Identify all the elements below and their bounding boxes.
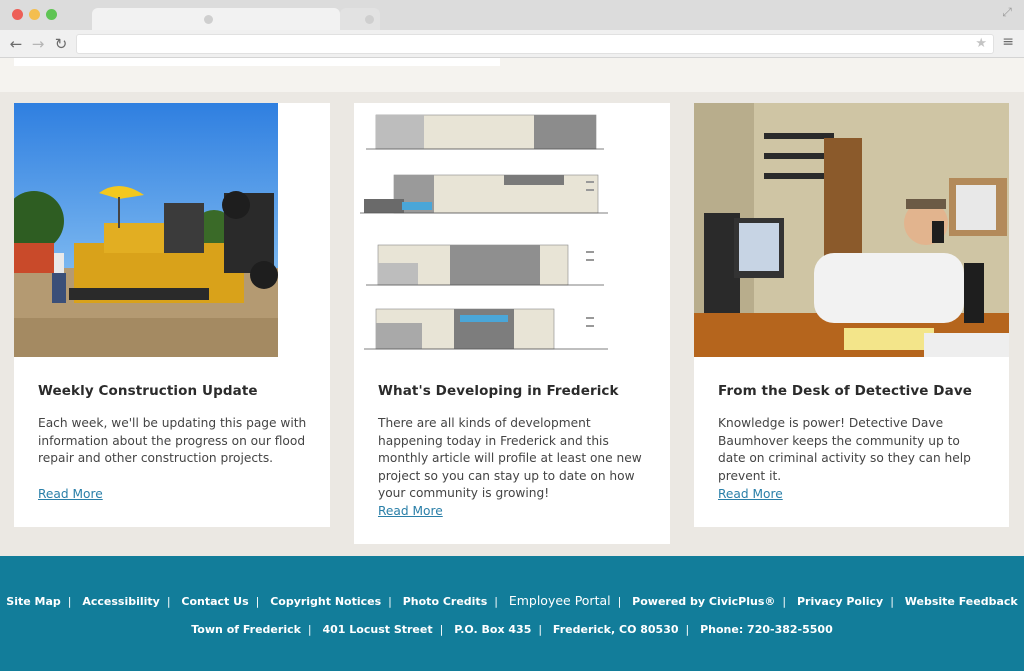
town-name: Town of Frederick	[191, 623, 301, 636]
construction-photo[interactable]	[14, 103, 278, 357]
separator: |	[255, 595, 260, 608]
reload-icon[interactable]: ↻	[53, 35, 69, 53]
new-tab-button[interactable]	[340, 8, 380, 30]
footer-link-powered-by-civicplus[interactable]: Powered by CivicPlus®	[632, 595, 775, 608]
read-more-link[interactable]: Read More	[378, 504, 443, 518]
news-card-construction: Weekly Construction Update Each week, we…	[14, 103, 330, 527]
separator: |	[685, 623, 690, 636]
footer-link-copyright-notices[interactable]: Copyright Notices	[270, 595, 381, 608]
footer-link-contact-us[interactable]: Contact Us	[181, 595, 248, 608]
fullscreen-icon[interactable]: ⤢	[1000, 5, 1014, 19]
card-title: Weekly Construction Update	[38, 383, 258, 399]
minimize-window-button[interactable]	[29, 9, 40, 20]
browser-chrome: ⤢ ← → ↻ ★ ≡	[0, 0, 1024, 58]
hamburger-menu-icon[interactable]: ≡	[1002, 34, 1014, 50]
building-elevations-graphic	[354, 103, 618, 357]
card-description: Each week, we'll be updating this page w…	[38, 416, 307, 465]
close-window-button[interactable]	[12, 9, 23, 20]
separator: |	[617, 595, 622, 608]
footer-link-privacy-policy[interactable]: Privacy Policy	[797, 595, 883, 608]
po-box: P.O. Box 435	[454, 623, 532, 636]
detective-office-photo[interactable]	[694, 103, 1009, 357]
card-description: Knowledge is power! Detective Dave Baumh…	[718, 416, 971, 483]
phone-link[interactable]: Phone: 720-382-5500	[700, 623, 833, 636]
detective-office-graphic	[694, 103, 1009, 357]
address-bar[interactable]: ★	[76, 34, 994, 54]
footer-link-photo-credits[interactable]: Photo Credits	[403, 595, 488, 608]
news-card-detective: From the Desk of Detective Dave Knowledg…	[694, 103, 1009, 527]
footer-link-website-feedback[interactable]: Website Feedback	[905, 595, 1018, 608]
card-title: From the Desk of Detective Dave	[718, 383, 972, 399]
browser-toolbar: ← → ↻ ★ ≡	[0, 30, 1024, 58]
footer-link-site-map[interactable]: Site Map	[6, 595, 60, 608]
separator: |	[538, 623, 543, 636]
maximize-window-button[interactable]	[46, 9, 57, 20]
news-card-development: What's Developing in Frederick There are…	[354, 103, 670, 544]
separator: |	[439, 623, 444, 636]
building-elevations-drawing[interactable]	[354, 103, 618, 357]
title-bar: ⤢	[0, 0, 1024, 30]
page-header-bar	[14, 58, 500, 66]
city-state-zip: Frederick, CO 80530	[552, 623, 679, 636]
separator: |	[782, 595, 787, 608]
footer-link-accessibility[interactable]: Accessibility	[82, 595, 160, 608]
back-arrow-icon[interactable]: ←	[8, 35, 24, 53]
tab-favicon-icon	[204, 15, 213, 24]
card-title: What's Developing in Frederick	[378, 383, 619, 399]
footer-address: Town of Frederick | 401 Locust Street | P.…	[0, 623, 1024, 636]
footer-link-employee-portal[interactable]: Employee Portal	[509, 593, 611, 608]
read-more-link[interactable]: Read More	[718, 487, 783, 501]
browser-tab[interactable]	[92, 8, 340, 30]
separator: |	[307, 623, 312, 636]
new-tab-icon	[365, 15, 374, 24]
separator: |	[494, 595, 498, 608]
street-address: 401 Locust Street	[322, 623, 433, 636]
separator: |	[67, 595, 72, 608]
card-description: There are all kinds of development happe…	[378, 416, 642, 500]
footer-links: Site Map | Accessibility | Contact Us | Cop…	[0, 593, 1024, 608]
construction-photo-graphic	[14, 103, 278, 357]
site-footer: Site Map | Accessibility | Contact Us | Cop…	[0, 556, 1024, 671]
bookmark-star-icon[interactable]: ★	[975, 36, 987, 51]
read-more-link[interactable]: Read More	[38, 487, 103, 501]
separator: |	[890, 595, 894, 608]
separator: |	[388, 595, 392, 608]
forward-arrow-icon[interactable]: →	[30, 35, 46, 53]
separator: |	[166, 595, 171, 608]
